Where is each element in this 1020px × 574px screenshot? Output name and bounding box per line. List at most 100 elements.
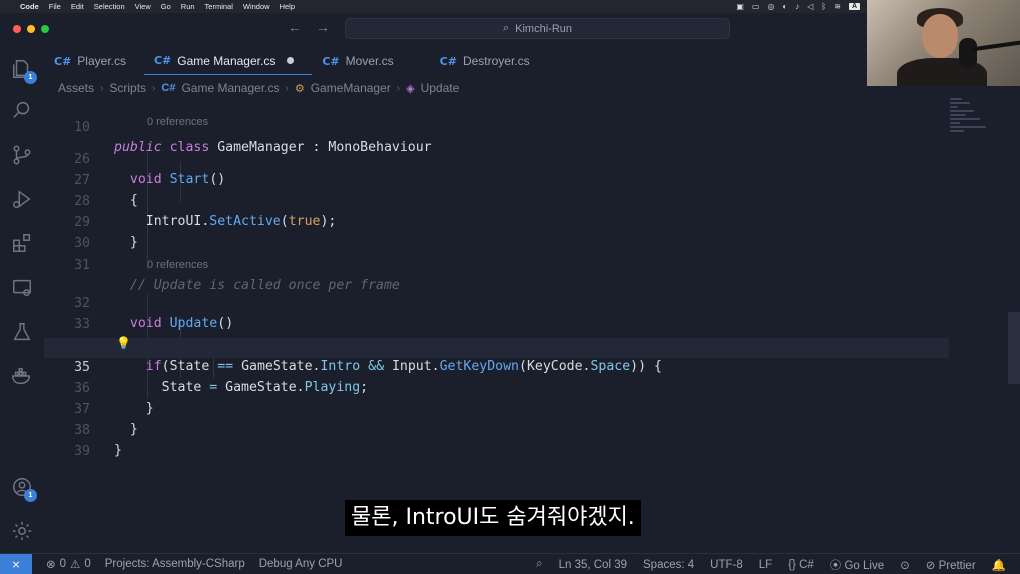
docker-whale-icon[interactable]: [10, 364, 34, 388]
class-symbol-icon: ⚙: [294, 82, 305, 95]
wifi-icon[interactable]: ≋: [834, 2, 841, 11]
menu-edit[interactable]: Edit: [71, 2, 84, 11]
run-debug-icon[interactable]: [10, 187, 34, 211]
tab-label: Player.cs: [77, 54, 126, 68]
tab-mover-cs[interactable]: C# Mover.cs: [312, 47, 411, 75]
explorer-icon[interactable]: 1: [10, 57, 37, 84]
code-line-33: 33 {: [44, 295, 949, 352]
line-number: 31: [74, 258, 90, 273]
forward-arrow-icon[interactable]: →: [316, 19, 330, 35]
menubar-tray: ▣ ▭ ◎ ◐ ♪ ◁ ᛒ ≋ A: [736, 0, 860, 13]
breadcrumb-assets[interactable]: Assets: [58, 81, 94, 95]
status-bar: ⨯ ⊗ 0 ⚠ 0 Projects: Assembly-CSharp Debu…: [0, 553, 1020, 574]
remote-explorer-icon[interactable]: [10, 276, 34, 300]
breadcrumb-scripts[interactable]: Scripts: [109, 81, 146, 95]
debug-config-selector[interactable]: Debug Any CPU: [259, 558, 343, 570]
webcam-overlay: [867, 0, 1020, 86]
tab-player-cs[interactable]: C# Player.cs: [44, 47, 144, 75]
tab-destroyer-cs[interactable]: C# Destroyer.cs: [412, 47, 548, 75]
encoding-setting[interactable]: UTF-8: [710, 559, 743, 571]
code-line-29: 29 }: [44, 193, 949, 250]
testing-flask-icon[interactable]: [10, 320, 34, 344]
settings-gear-icon[interactable]: [10, 519, 34, 543]
sync-icon[interactable]: ◎: [767, 2, 774, 11]
search-view-icon[interactable]: [10, 98, 34, 122]
zoom-icon[interactable]: ⌕: [536, 558, 542, 571]
notifications-bell-icon[interactable]: 🔔: [992, 558, 1006, 572]
code-line-39: 39: [44, 422, 949, 459]
display-icon[interactable]: ▭: [752, 2, 760, 11]
codelens-references[interactable]: 0 references: [147, 258, 208, 272]
hearing-icon[interactable]: ♪: [795, 2, 799, 11]
menu-selection[interactable]: Selection: [94, 2, 125, 11]
window-controls: [13, 25, 49, 33]
bluetooth-icon[interactable]: ᛒ: [821, 2, 826, 11]
code-line-34: 34 if(State == GameState.Intro && Input.…: [44, 317, 949, 374]
code-line-30: 30: [44, 214, 949, 251]
broadcast-icon: ⦿: [829, 559, 842, 572]
zoom-window-button[interactable]: [41, 25, 49, 33]
chevron-right-icon: ›: [396, 82, 401, 94]
minimap[interactable]: [950, 98, 1006, 148]
cursor-position[interactable]: Ln 35, Col 39: [559, 559, 627, 571]
menu-go[interactable]: Go: [161, 2, 171, 11]
breadcrumb: Assets › Scripts › C# Game Manager.cs › …: [58, 80, 459, 96]
error-icon: ⊗: [46, 559, 56, 571]
breadcrumb-file[interactable]: Game Manager.cs: [181, 81, 279, 95]
project-selector[interactable]: Projects: Assembly-CSharp: [105, 558, 245, 570]
search-icon: ⌕: [502, 22, 510, 34]
chevron-right-icon: ›: [285, 82, 289, 94]
tab-game-manager-cs[interactable]: C# Game Manager.cs: [143, 47, 313, 75]
go-live-button[interactable]: ⦿ Go Live: [830, 557, 884, 573]
breadcrumb-class[interactable]: GameManager: [311, 81, 391, 95]
workspace-name: Kimchi-Run: [515, 22, 573, 35]
source-control-icon[interactable]: [10, 143, 34, 167]
indentation-setting[interactable]: Spaces: 4: [643, 559, 694, 571]
tab-label: Game Manager.cs: [177, 53, 276, 68]
volume-icon[interactable]: ◁: [807, 2, 813, 11]
csharp-file-icon: C#: [161, 82, 176, 94]
menu-run[interactable]: Run: [181, 2, 195, 11]
csharp-file-icon: C#: [153, 54, 172, 67]
language-mode[interactable]: {} C#: [788, 559, 814, 571]
editor-tabs: C# Player.cs C# Game Manager.cs C# Mover…: [44, 47, 548, 75]
code-editor[interactable]: 10 public class GameManager : MonoBehavi…: [44, 98, 949, 553]
menu-file[interactable]: File: [49, 2, 61, 11]
extensions-icon[interactable]: [10, 231, 34, 255]
editor-scrollbar[interactable]: [1008, 312, 1020, 384]
chevron-right-icon: ›: [100, 82, 104, 94]
back-arrow-icon[interactable]: ←: [288, 19, 302, 35]
remote-indicator-icon[interactable]: ⨯: [0, 553, 32, 574]
account-icon[interactable]: 1: [10, 475, 37, 502]
codelens-references[interactable]: 0 references: [147, 115, 208, 129]
screen-record-icon[interactable]: ▣: [736, 2, 744, 11]
code-line-37: 37 }: [44, 380, 949, 437]
unsaved-dot-icon[interactable]: [287, 57, 295, 64]
activity-bar: 1 1: [0, 47, 44, 553]
input-source-indicator[interactable]: A: [848, 3, 860, 10]
menu-help[interactable]: Help: [280, 2, 295, 11]
menu-terminal[interactable]: Terminal: [205, 2, 233, 11]
tab-label: Mover.cs: [345, 54, 394, 68]
breadcrumb-method[interactable]: Update: [421, 81, 460, 95]
csharp-file-icon: C#: [439, 54, 457, 68]
menu-window[interactable]: Window: [243, 2, 270, 11]
lightbulb-icon[interactable]: 💡: [116, 336, 131, 350]
eol-setting[interactable]: LF: [759, 559, 772, 571]
csharp-file-icon: C#: [54, 54, 72, 68]
csharp-file-icon: C#: [322, 54, 340, 68]
code-text: }: [114, 443, 122, 458]
minimize-window-button[interactable]: [27, 25, 35, 33]
command-center-search[interactable]: ⌕ Kimchi-Run: [345, 18, 730, 39]
close-window-button[interactable]: [13, 25, 21, 33]
line-number: 39: [74, 444, 90, 459]
copilot-icon[interactable]: ⊙: [900, 558, 910, 572]
menu-app[interactable]: Code: [20, 2, 39, 11]
prettier-button[interactable]: ⊘ Prettier: [926, 558, 976, 572]
problems-indicator[interactable]: ⊗ 0 ⚠ 0: [46, 557, 91, 571]
status-bar-right: ⌕ Ln 35, Col 39 Spaces: 4 UTF-8 LF {} C#…: [536, 554, 1006, 574]
braces-icon: {}: [788, 558, 796, 571]
focus-icon[interactable]: ◐: [782, 2, 787, 11]
menu-view[interactable]: View: [135, 2, 151, 11]
code-line-35: 35 State = GameState.Playing;: [44, 338, 949, 395]
